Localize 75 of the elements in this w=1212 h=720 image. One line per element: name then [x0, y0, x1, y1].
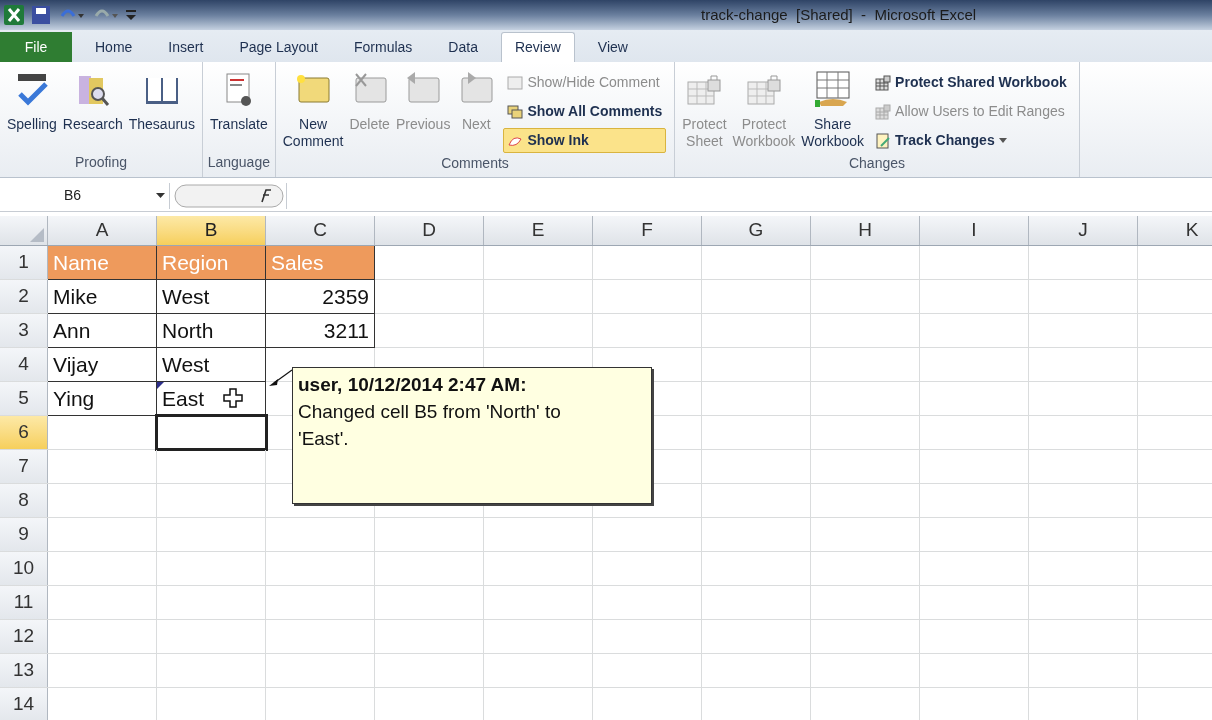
column-header[interactable]: D — [375, 216, 484, 245]
comment-icon — [507, 74, 524, 91]
share-icon — [812, 70, 853, 110]
row-header[interactable]: 3 — [0, 314, 48, 347]
row-header[interactable]: 12 — [0, 620, 48, 653]
ribbon-menu-item[interactable]: Show All Comments — [503, 99, 667, 124]
group-label: Proofing — [73, 153, 129, 172]
save-icon[interactable] — [32, 6, 50, 24]
row-header[interactable]: 1 — [0, 246, 48, 279]
leader-line — [268, 368, 294, 388]
column-header[interactable]: B — [157, 216, 266, 245]
ribbon-tab[interactable]: Review — [500, 32, 575, 62]
excel-logo-icon — [4, 5, 24, 25]
corner-triangle-icon — [30, 228, 44, 242]
table-cell: East — [157, 382, 266, 416]
column-header[interactable]: H — [811, 216, 920, 245]
table-cell: Sales — [266, 246, 375, 280]
row-header[interactable]: 13 — [0, 654, 48, 687]
ribbon-tab[interactable]: Page Layout — [226, 32, 331, 62]
row-header[interactable]: 8 — [0, 484, 48, 517]
ribbon-button[interactable]: Translate — [206, 70, 271, 133]
table-cell: 2359 — [266, 280, 375, 314]
table-cell: 3211 — [266, 314, 375, 348]
row-header[interactable]: 4 — [0, 348, 48, 381]
table-cell: Ann — [48, 314, 157, 348]
group-label: Comments — [440, 154, 510, 173]
dropdown-caret-icon — [156, 193, 165, 198]
row-header[interactable]: 6 — [0, 416, 48, 449]
window-title: track-change [Shared] - Microsoft Excel — [701, 4, 977, 25]
row-header[interactable]: 2 — [0, 280, 48, 313]
ribbon-button[interactable]: New Comment — [279, 70, 347, 150]
table-cell: Name — [48, 246, 157, 280]
row-header[interactable]: 5 — [0, 382, 48, 415]
column-header[interactable]: E — [484, 216, 593, 245]
change-marker-icon — [157, 382, 164, 389]
ribbon-menu-item[interactable]: Show Ink — [503, 128, 667, 153]
column-header[interactable]: G — [702, 216, 811, 245]
row-header[interactable]: 9 — [0, 518, 48, 551]
table-cell: Vijay — [48, 348, 157, 382]
comment-text: Changed cell B5 from 'North' to 'East'. — [298, 400, 562, 451]
name-box[interactable]: B6 — [0, 182, 170, 209]
ribbon-tab[interactable]: Insert — [155, 32, 217, 62]
comments-icon — [507, 103, 524, 120]
comment-author: user, 10/12/2014 2:47 AM: — [298, 373, 528, 397]
ribbon-menu-item[interactable]: Protect Shared Workbook — [871, 70, 1071, 95]
group-label: Language — [206, 153, 271, 172]
ribbon-button[interactable]: Research — [59, 70, 126, 133]
row-header[interactable]: 7 — [0, 450, 48, 483]
group-label: Changes — [847, 154, 906, 173]
cursor-icon — [223, 388, 243, 408]
table-cell: Ying — [48, 382, 157, 416]
ribbon-tab[interactable]: Data — [435, 32, 491, 62]
table-cell: Mike — [48, 280, 157, 314]
column-header[interactable]: J — [1029, 216, 1138, 245]
column-header[interactable]: C — [266, 216, 375, 245]
table-cell: North — [157, 314, 266, 348]
ribbon-menu-item[interactable]: Track Changes — [871, 128, 1071, 153]
file-tab[interactable]: File — [0, 32, 72, 62]
row-header[interactable]: 14 — [0, 688, 48, 720]
row-header[interactable]: 10 — [0, 552, 48, 585]
ribbon-tab[interactable]: View — [584, 32, 641, 62]
ribbon-tab[interactable]: Home — [82, 32, 146, 62]
table-cell: Region — [157, 246, 266, 280]
ribbon-button[interactable]: Share Workbook — [798, 70, 868, 150]
active-cell[interactable] — [157, 416, 266, 449]
ribbon-tab[interactable]: Formulas — [341, 32, 426, 62]
table-cell: West — [157, 348, 266, 382]
column-header[interactable]: I — [920, 216, 1029, 245]
column-header[interactable]: F — [593, 216, 702, 245]
row-header[interactable]: 11 — [0, 586, 48, 619]
ribbon-button[interactable]: Spelling — [4, 70, 60, 133]
customize-menu-icon[interactable] — [126, 8, 136, 22]
ribbon-button[interactable]: Thesaurus — [125, 70, 198, 133]
column-header[interactable]: K — [1138, 216, 1212, 245]
table-cell: West — [157, 280, 266, 314]
